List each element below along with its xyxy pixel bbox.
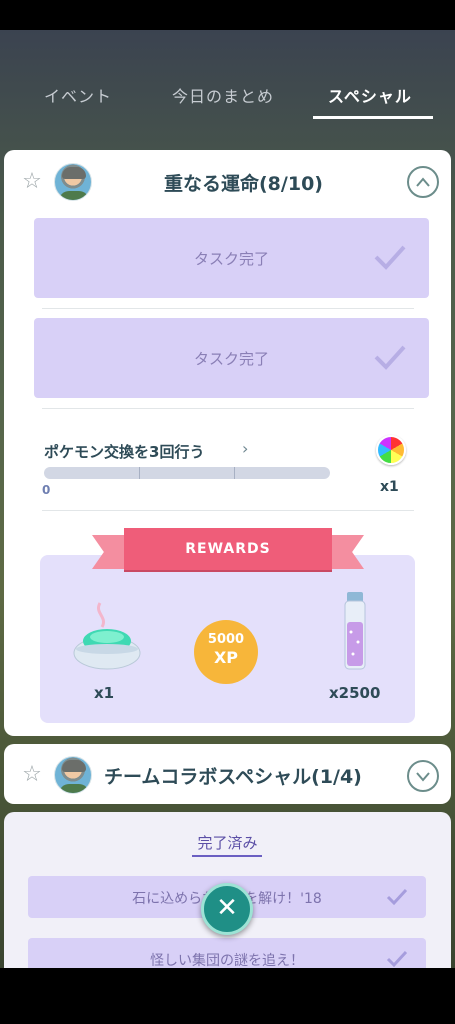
expand-button[interactable] [407, 760, 439, 792]
tab-special[interactable]: スペシャル [328, 83, 412, 107]
divider [42, 510, 414, 511]
tab-today-summary[interactable]: 今日のまとめ [172, 83, 274, 107]
checkmark-icon [374, 345, 406, 370]
completed-research-label: 怪しい集団の謎を追え！ [150, 953, 304, 968]
task-description[interactable]: ポケモン交換を3回行う [44, 441, 204, 462]
chevron-right-icon[interactable]: › [242, 439, 248, 458]
tab-active-indicator [313, 116, 433, 119]
progress-count: 0 [42, 483, 51, 497]
close-button[interactable]: ✕ [201, 883, 253, 935]
research-card-team-collab[interactable]: ☆ チームコラボスペシャル(1/4) [4, 744, 451, 804]
task-completed-label: タスク完了 [193, 350, 269, 368]
incense-quantity: x1 [94, 684, 115, 702]
star-icon[interactable]: ☆ [20, 170, 44, 194]
xp-unit: XP [213, 648, 239, 667]
chevron-down-icon [416, 772, 430, 782]
collapse-button[interactable] [407, 166, 439, 198]
completed-research-row[interactable]: 怪しい集団の謎を追え！ [28, 938, 426, 968]
card-title: 重なる運命(8/10) [164, 173, 323, 195]
task-completed-row[interactable]: タスク完了 [34, 218, 429, 298]
star-icon[interactable]: ☆ [20, 763, 44, 787]
chevron-up-icon [416, 177, 430, 187]
tab-events[interactable]: イベント [44, 83, 112, 107]
checkmark-icon [386, 888, 408, 906]
divider [42, 308, 414, 309]
task-completed-label: タスク完了 [193, 250, 269, 268]
xp-icon: 5000 XP [194, 620, 258, 684]
stardust-icon [344, 592, 366, 670]
professor-avatar [54, 756, 92, 794]
rewards-banner: REWARDS [124, 528, 332, 570]
card-title: チームコラボスペシャル(1/4) [104, 766, 362, 788]
research-card-fated: ☆ 重なる運命(8/10) タスク完了 タスク完了 ポケモン交換を3回行う › … [4, 150, 451, 736]
rainbow-candy-icon [376, 435, 406, 465]
checkmark-icon [386, 950, 408, 968]
task-progress-bar [44, 467, 330, 479]
task-completed-row[interactable]: タスク完了 [34, 318, 429, 398]
completed-tab-underline [192, 855, 262, 857]
task-reward-quantity: x1 [380, 479, 399, 495]
close-icon: ✕ [216, 893, 238, 923]
professor-avatar [54, 163, 92, 201]
divider [42, 408, 414, 409]
completed-tab[interactable]: 完了済み [4, 832, 451, 853]
checkmark-icon [374, 245, 406, 270]
stardust-quantity: x2500 [329, 684, 381, 702]
incense-icon [73, 602, 141, 670]
app-screen: イベント 今日のまとめ スペシャル ☆ 重なる運命(8/10) タスク完了 タス… [0, 30, 455, 968]
xp-amount: 5000 [207, 632, 245, 647]
